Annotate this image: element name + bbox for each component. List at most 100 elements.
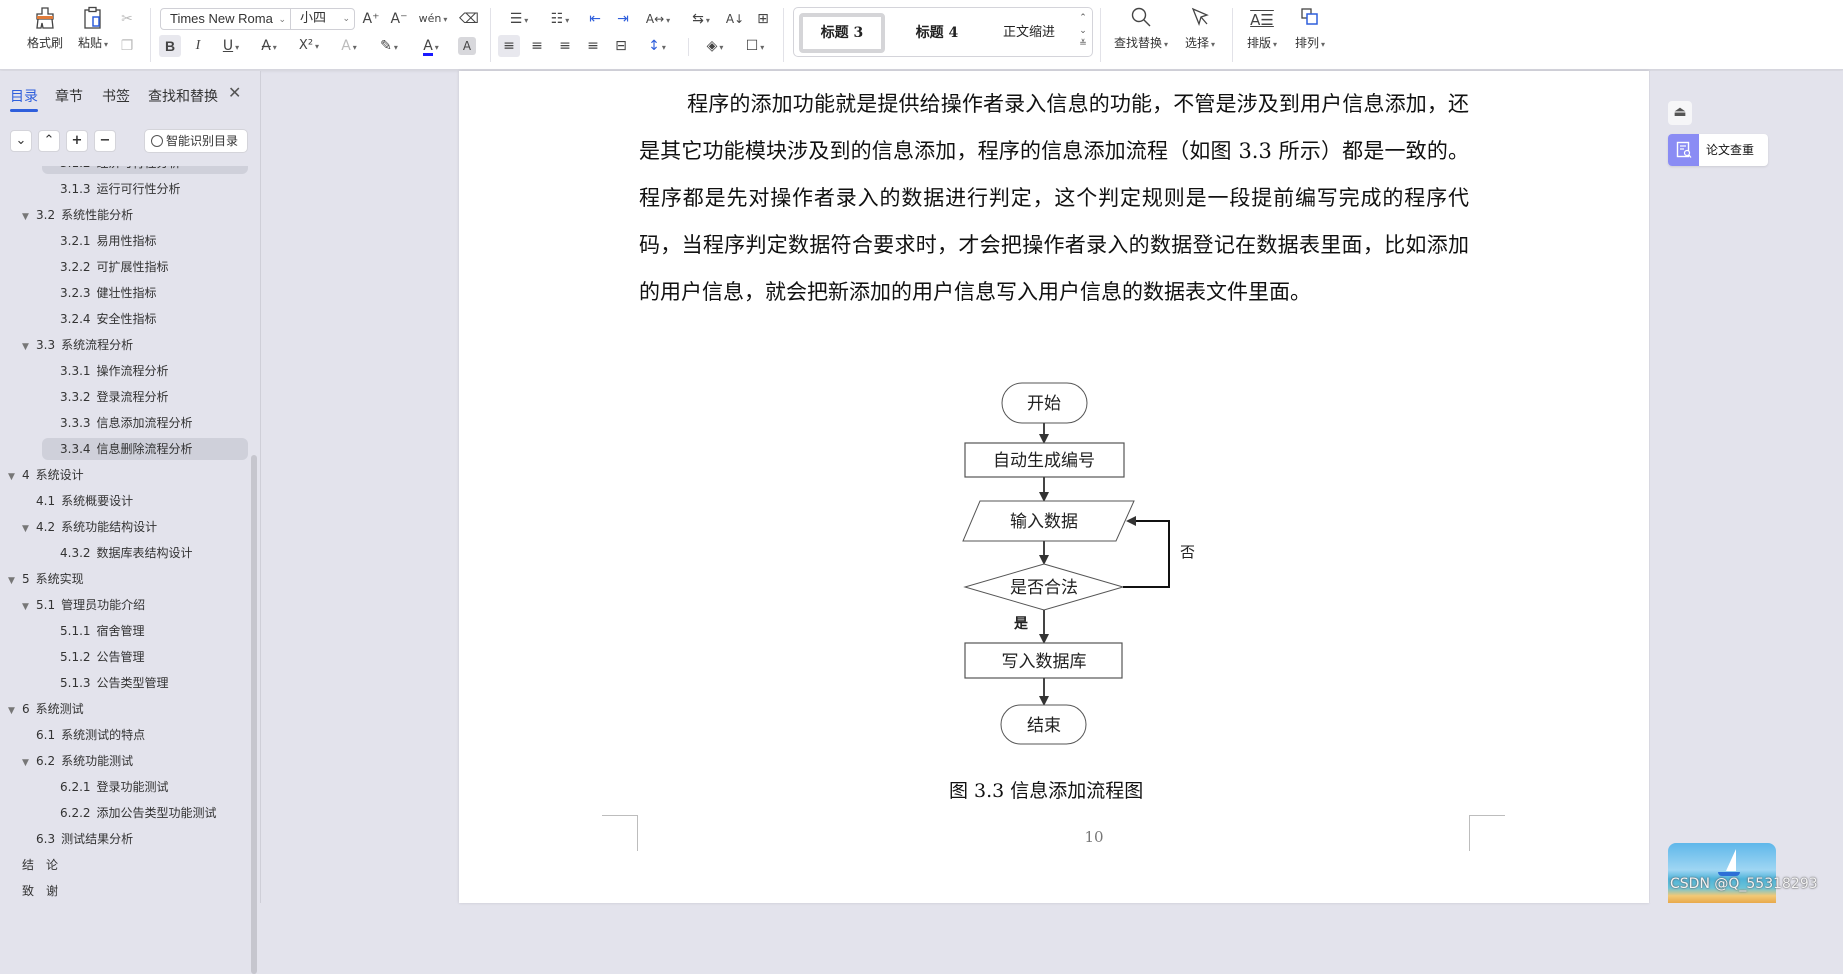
toc-item[interactable]: 4.1 系统概要设计	[36, 490, 133, 512]
copy-icon[interactable]: ❐	[116, 35, 138, 57]
table-border-icon[interactable]: ⊞	[752, 8, 774, 30]
toc-item-title: 添加公告类型功能测试	[96, 806, 217, 820]
char-shading-button[interactable]: A	[458, 37, 476, 55]
text-direction-button[interactable]: ⇆ ▾	[684, 8, 718, 30]
format-painter-button[interactable]: 格式刷	[22, 6, 68, 56]
paste-button[interactable]: 粘贴 ▾	[70, 6, 116, 56]
align-right-button[interactable]: ≡	[554, 35, 576, 57]
numbering-button[interactable]: ☷ ▾	[543, 8, 577, 30]
italic-button[interactable]: I	[187, 35, 209, 57]
toc-item-number: 6.1	[36, 728, 56, 742]
smart-toc-button[interactable]: 智能识别目录	[144, 129, 248, 153]
toc-item[interactable]: 3.3.1 操作流程分析	[60, 360, 169, 382]
borders-button[interactable]: ☐ ▾	[738, 35, 772, 57]
toc-item[interactable]: ▼ 4.2 系统功能结构设计	[22, 516, 157, 538]
toc-item[interactable]: 3.3.4 信息删除流程分析	[42, 438, 248, 460]
toc-item[interactable]: 3.3.2 登录流程分析	[60, 386, 169, 408]
expand-triangle-icon[interactable]: ▼	[22, 206, 36, 228]
expand-triangle-icon[interactable]: ▼	[8, 570, 22, 592]
align-left-button[interactable]: ≡	[498, 35, 520, 57]
body-paragraph[interactable]: 程序的添加功能就是提供给操作者录入信息的功能，不管是涉及到用户信息添加，还是其它…	[639, 81, 1469, 316]
toc-item[interactable]: 3.1.3 运行可行性分析	[60, 178, 181, 200]
style-heading-4[interactable]: 标题 4	[894, 13, 980, 53]
style-heading-3[interactable]: 标题 3	[799, 13, 885, 53]
toc-item[interactable]: 5.1.3 公告类型管理	[60, 672, 169, 694]
collapse-all-button[interactable]: ⌄	[10, 130, 32, 152]
remove-heading-button[interactable]: −	[94, 130, 116, 152]
toc-item[interactable]: 6.2.2 添加公告类型功能测试	[60, 802, 217, 824]
toc-item[interactable]: ▼ 3.3 系统流程分析	[22, 334, 133, 356]
tab-bookmarks[interactable]: 书签	[102, 86, 130, 106]
toc-item[interactable]: 结 论	[22, 854, 58, 876]
font-size-dropdown[interactable]: 小四 ⌄	[292, 9, 354, 29]
toc-item[interactable]: 3.2.3 健壮性指标	[60, 282, 157, 304]
toc-item[interactable]: 3.2.2 可扩展性指标	[60, 256, 169, 278]
pinyin-guide-icon[interactable]: wén ▾	[416, 8, 450, 30]
expand-triangle-icon[interactable]: ▼	[22, 752, 36, 774]
tab-find-replace[interactable]: 查找和替换	[148, 86, 218, 106]
toc-item[interactable]: ▼ 4 系统设计	[8, 464, 84, 486]
flow-no-label: 否	[1180, 543, 1195, 561]
nav-scrollbar[interactable]	[251, 455, 257, 974]
style-gallery-scroll[interactable]: ⌃ ⌄ ≚	[1078, 12, 1088, 51]
toc-item[interactable]: 6.1 系统测试的特点	[36, 724, 145, 746]
tab-chapters[interactable]: 章节	[55, 86, 83, 106]
collapse-panel-icon[interactable]: ⏏	[1668, 101, 1692, 125]
toc-item[interactable]: ▼ 6.2 系统功能测试	[22, 750, 133, 772]
font-color-button[interactable]: A ▾	[414, 35, 448, 57]
add-heading-button[interactable]: +	[66, 130, 88, 152]
toc-item[interactable]: ▼ 3.2 系统性能分析	[22, 204, 133, 226]
text-effect-button[interactable]: A ▾	[332, 35, 366, 57]
toc-item[interactable]: 4.3.2 数据库表结构设计	[60, 542, 193, 564]
expand-triangle-icon[interactable]: ▼	[22, 596, 36, 618]
close-icon[interactable]: ✕	[228, 83, 241, 102]
scissors-icon[interactable]: ✂	[116, 8, 138, 30]
shading-button[interactable]: ◈ ▾	[698, 35, 732, 57]
expand-all-button[interactable]: ⌃	[38, 130, 60, 152]
toc-item[interactable]: 3.2.1 易用性指标	[60, 230, 157, 252]
underline-button[interactable]: U ▾	[214, 35, 248, 57]
bullets-button[interactable]: ☰ ▾	[502, 8, 536, 30]
toc-item-number: 6	[22, 702, 30, 716]
strikethrough-button[interactable]: A̶ ▾	[252, 35, 286, 57]
shrink-font-icon[interactable]: A⁻	[388, 8, 410, 30]
toc-item[interactable]: 致 谢	[22, 880, 58, 902]
tab-toc[interactable]: 目录	[10, 86, 38, 112]
distributed-align-button[interactable]: ⊟	[610, 35, 632, 57]
promo-banner[interactable]	[1668, 843, 1776, 903]
expand-triangle-icon[interactable]: ▼	[8, 466, 22, 488]
find-replace-button[interactable]: 查找替换 ▾	[1110, 6, 1172, 56]
sort-icon[interactable]: A↓	[724, 8, 746, 30]
toc-item[interactable]: 6.3 测试结果分析	[36, 828, 133, 850]
style-body-indent[interactable]: 正文缩进	[984, 13, 1074, 53]
expand-triangle-icon[interactable]: ▼	[22, 518, 36, 540]
outdent-icon[interactable]: ⇤	[584, 8, 606, 30]
font-name-dropdown[interactable]: Times New Roma ⌄	[161, 9, 291, 29]
toc-item[interactable]: 3.3.3 信息添加流程分析	[60, 412, 193, 434]
indent-icon[interactable]: ⇥	[612, 8, 634, 30]
select-button[interactable]: 选择 ▾	[1178, 6, 1222, 56]
expand-triangle-icon[interactable]: ▼	[8, 700, 22, 722]
bold-button[interactable]: B	[159, 35, 181, 57]
toc-item[interactable]: 3.1.2 经济可行性分析	[42, 166, 248, 174]
toc-item[interactable]: 5.1.1 宿舍管理	[60, 620, 145, 642]
expand-triangle-icon[interactable]: ▼	[22, 336, 36, 358]
highlight-button[interactable]: ✎ ▾	[372, 35, 406, 57]
char-spacing-button[interactable]: A↔ ▾	[641, 8, 675, 30]
toc-item[interactable]: 6.2.1 登录功能测试	[60, 776, 169, 798]
toc-item[interactable]: ▼ 5.1 管理员功能介绍	[22, 594, 145, 616]
toc-item[interactable]: 5.1.2 公告管理	[60, 646, 145, 668]
layout-button[interactable]: A☰ 排版 ▾	[1240, 6, 1284, 56]
justify-button[interactable]: ≡	[582, 35, 604, 57]
toc-item[interactable]: 3.2.4 安全性指标	[60, 308, 157, 330]
superscript-button[interactable]: X² ▾	[292, 35, 326, 57]
arrange-button[interactable]: 排列 ▾	[1288, 6, 1332, 56]
clear-format-icon[interactable]: ⌫	[458, 8, 480, 30]
toc-item[interactable]: ▼ 5 系统实现	[8, 568, 84, 590]
navigation-pane: 目录 章节 书签 查找和替换 ✕ ⌄ ⌃ + − 智能识别目录 3.1.2 经济可…	[0, 71, 261, 974]
align-center-button[interactable]: ≡	[526, 35, 548, 57]
line-spacing-button[interactable]: ↕ ▾	[640, 35, 674, 57]
plagiarism-check-button[interactable]: 论文查重	[1668, 134, 1768, 166]
grow-font-icon[interactable]: A⁺	[360, 8, 382, 30]
toc-item[interactable]: ▼ 6 系统测试	[8, 698, 84, 720]
